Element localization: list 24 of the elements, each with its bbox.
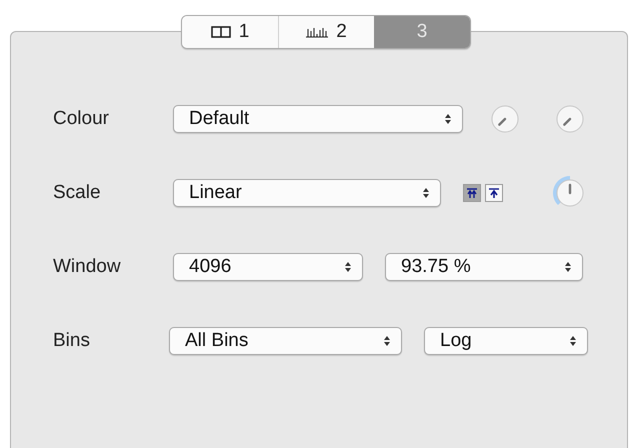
histogram-icon [306,26,328,38]
row-label: Scale [53,180,102,205]
select-dropdown[interactable]: 93.75 % [385,253,583,281]
toggle-button[interactable] [485,184,503,202]
toggle-button[interactable] [463,184,481,202]
split-panes-icon [210,26,231,38]
stepper-arrows-icon [444,112,452,126]
stepper-arrows-icon [422,186,430,200]
select-dropdown[interactable]: 4096 [173,253,363,281]
stepper-arrows-icon [564,260,572,274]
stepper-arrows-icon [569,334,577,348]
select-dropdown[interactable]: Default [173,105,463,133]
select-dropdown[interactable]: All Bins [169,327,402,355]
stepper-arrows-icon [383,334,391,348]
tab[interactable]: 2 [278,16,374,48]
row-label: Colour [53,106,110,131]
select-dropdown[interactable]: Linear [173,179,441,207]
tab[interactable]: 1 [182,16,278,48]
double-arrow-up-icon [466,188,478,198]
row-label: Bins [53,328,91,353]
row-label: Window [53,254,122,279]
select-dropdown[interactable]: Log [424,327,588,355]
arrow-up-to-line-icon [488,188,500,198]
stepper-arrows-icon [344,260,352,274]
